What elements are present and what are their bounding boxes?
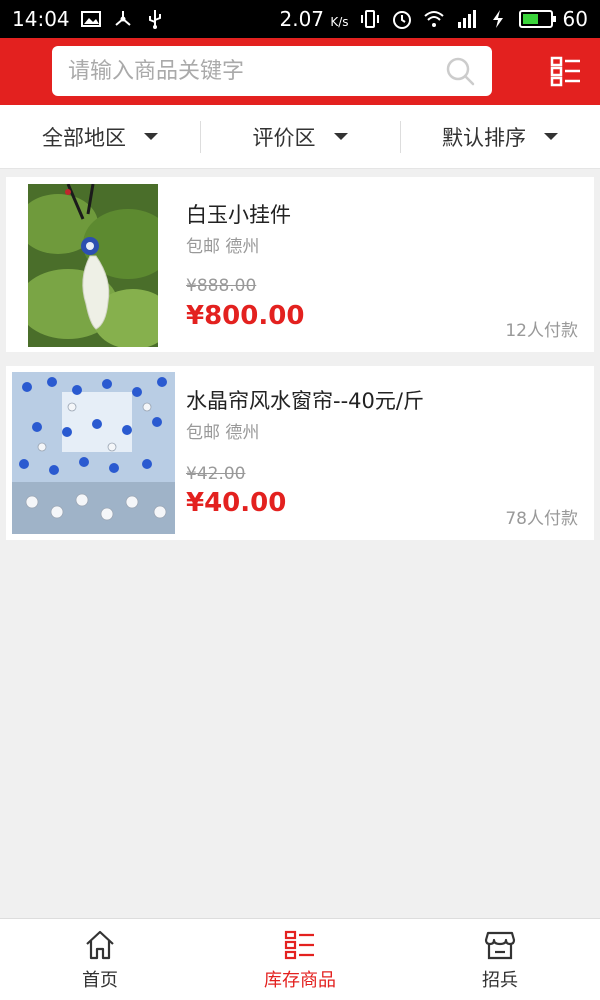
image-icon	[80, 8, 102, 30]
nav-label: 首页	[82, 969, 118, 991]
caret-down-icon	[144, 133, 158, 140]
product-image-jade-pendant[interactable]	[28, 184, 158, 347]
share-icon	[112, 8, 134, 30]
original-price: ¥42.00	[186, 464, 246, 484]
nav-label: 招兵	[482, 969, 518, 991]
filter-bar: 全部地区 评价区 默认排序	[0, 105, 600, 169]
home-icon	[86, 930, 114, 959]
filter-label: 默认排序	[442, 125, 526, 150]
buyer-count: 78人付款	[505, 509, 578, 529]
filter-label: 评价区	[252, 125, 316, 150]
status-right: 2.07 K/s 60	[279, 7, 588, 31]
filter-rating[interactable]: 评价区	[200, 105, 400, 168]
price: ¥40.00	[186, 488, 287, 518]
battery-fill	[522, 14, 539, 24]
filter-label: 全部地区	[42, 125, 126, 150]
nav-inventory[interactable]: 库存商品	[200, 919, 400, 1000]
status-bar: 14:04 2.07 K/s 60	[0, 0, 600, 38]
search-input[interactable]	[68, 58, 444, 84]
signal-icon	[455, 8, 477, 30]
shop-icon	[484, 931, 516, 959]
wifi-icon	[423, 8, 445, 30]
header	[0, 38, 600, 105]
filter-sort[interactable]: 默认排序	[400, 105, 600, 168]
buyer-count: 12人付款	[505, 321, 578, 341]
product-card[interactable]: 水晶帘风水窗帘--40元/斤 包邮 德州 ¥42.00 ¥40.00 78人付款	[6, 366, 594, 540]
category-menu-icon[interactable]	[550, 55, 582, 87]
charging-icon	[487, 8, 509, 30]
filter-region[interactable]: 全部地区	[0, 105, 200, 168]
product-name[interactable]: 白玉小挂件	[186, 199, 291, 229]
product-meta: 包邮 德州	[186, 237, 260, 257]
search-box[interactable]	[52, 46, 492, 96]
caret-down-icon	[544, 133, 558, 140]
list-icon	[284, 930, 314, 959]
product-card[interactable]: 白玉小挂件 包邮 德州 ¥888.00 ¥800.00 12人付款	[6, 177, 594, 352]
caret-down-icon	[333, 133, 348, 140]
price: ¥800.00	[186, 301, 305, 331]
product-meta: 包邮 德州	[186, 423, 260, 443]
network-speed: 2.07 K/s	[279, 7, 349, 31]
status-time: 14:04	[12, 7, 70, 31]
nav-home[interactable]: 首页	[0, 919, 200, 1000]
alarm-icon	[391, 8, 413, 30]
vibrate-icon	[359, 8, 381, 30]
usb-icon	[144, 8, 166, 30]
bottom-nav: 首页 库存商品 招兵	[0, 918, 600, 1000]
battery-icon	[518, 10, 556, 28]
original-price: ¥888.00	[186, 276, 257, 296]
product-image-crystal-curtain[interactable]	[12, 372, 175, 534]
search-icon[interactable]	[444, 55, 476, 87]
battery-level: 60	[562, 7, 588, 31]
product-name[interactable]: 水晶帘风水窗帘--40元/斤	[186, 385, 424, 415]
nav-recruit[interactable]: 招兵	[400, 919, 600, 1000]
status-left: 14:04	[12, 7, 166, 31]
nav-label: 库存商品	[264, 969, 336, 991]
